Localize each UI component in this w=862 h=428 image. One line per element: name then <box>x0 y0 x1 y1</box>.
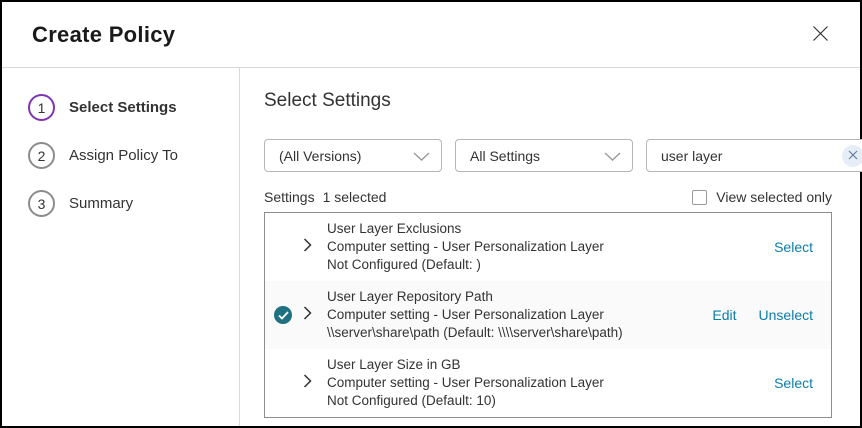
step-number-badge: 3 <box>28 190 55 217</box>
setting-category: Computer setting - User Personalization … <box>327 238 774 256</box>
wizard-steps-sidebar: 1 Select Settings 2 Assign Policy To 3 S… <box>2 68 240 426</box>
settings-list: User Layer Exclusions Computer setting -… <box>264 212 832 418</box>
setting-category: Computer setting - User Personalization … <box>327 306 712 324</box>
settings-label: Settings <box>264 189 315 205</box>
step-summary[interactable]: 3 Summary <box>2 190 239 217</box>
settings-search-field <box>646 139 862 172</box>
step-assign-policy-to[interactable]: 2 Assign Policy To <box>2 142 239 169</box>
dialog-header: Create Policy <box>2 2 860 68</box>
setting-value: Not Configured (Default: ) <box>327 256 774 274</box>
select-link[interactable]: Select <box>774 239 813 255</box>
row-actions: Select <box>774 239 813 255</box>
selection-indicator-slot <box>274 306 303 324</box>
settings-selected-count: Settings 1 selected <box>264 189 386 205</box>
unselect-link[interactable]: Unselect <box>759 307 813 323</box>
chevron-down-icon <box>413 148 430 164</box>
chevron-down-icon <box>604 148 621 164</box>
settings-dropdown-value: All Settings <box>470 148 540 164</box>
versions-dropdown[interactable]: (All Versions) <box>264 139 442 172</box>
step-label: Assign Policy To <box>69 147 178 164</box>
expand-row-button[interactable] <box>303 238 327 257</box>
search-input[interactable] <box>661 148 842 164</box>
close-icon <box>812 25 829 45</box>
selected-count: 1 selected <box>323 189 387 205</box>
select-link[interactable]: Select <box>774 375 813 391</box>
chevron-right-icon <box>303 238 312 257</box>
chevron-right-icon <box>303 374 312 393</box>
step-select-settings[interactable]: 1 Select Settings <box>2 94 239 121</box>
dialog-body: 1 Select Settings 2 Assign Policy To 3 S… <box>2 68 860 426</box>
view-selected-only-toggle[interactable]: View selected only <box>692 189 832 205</box>
chevron-right-icon <box>303 306 312 325</box>
step-label: Summary <box>69 195 133 212</box>
setting-value: Not Configured (Default: 10) <box>327 392 774 410</box>
list-summary-row: Settings 1 selected View selected only <box>264 189 832 205</box>
setting-title: User Layer Repository Path <box>327 288 712 306</box>
versions-dropdown-value: (All Versions) <box>279 148 361 164</box>
setting-row-user-layer-exclusions: User Layer Exclusions Computer setting -… <box>265 213 831 281</box>
setting-row-user-layer-repository-path: User Layer Repository Path Computer sett… <box>265 281 831 349</box>
dialog-title: Create Policy <box>32 22 175 48</box>
main-panel: Select Settings (All Versions) All Setti… <box>240 68 860 426</box>
setting-value: \\server\share\path (Default: \\\\server… <box>327 324 712 342</box>
edit-link[interactable]: Edit <box>712 307 736 323</box>
close-button[interactable] <box>808 23 832 47</box>
step-number-badge: 1 <box>28 94 55 121</box>
setting-details: User Layer Repository Path Computer sett… <box>327 288 712 342</box>
setting-details: User Layer Size in GB Computer setting -… <box>327 356 774 410</box>
step-label: Select Settings <box>69 99 177 116</box>
step-number-badge: 2 <box>28 142 55 169</box>
view-selected-only-checkbox[interactable] <box>692 190 707 205</box>
page-title: Select Settings <box>264 90 832 112</box>
clear-search-button[interactable] <box>842 145 862 167</box>
expand-row-button[interactable] <box>303 306 327 325</box>
row-actions: Select <box>774 375 813 391</box>
settings-dropdown[interactable]: All Settings <box>455 139 633 172</box>
view-selected-only-label: View selected only <box>716 189 832 205</box>
setting-row-user-layer-size-in-gb: User Layer Size in GB Computer setting -… <box>265 349 831 417</box>
selected-check-icon <box>274 306 292 324</box>
filters-row: (All Versions) All Settings <box>264 139 832 172</box>
setting-title: User Layer Size in GB <box>327 356 774 374</box>
clear-x-icon <box>848 148 858 163</box>
setting-details: User Layer Exclusions Computer setting -… <box>327 220 774 274</box>
create-policy-dialog: Create Policy 1 Select Settings 2 Assign… <box>0 0 862 428</box>
expand-row-button[interactable] <box>303 374 327 393</box>
setting-title: User Layer Exclusions <box>327 220 774 238</box>
setting-category: Computer setting - User Personalization … <box>327 374 774 392</box>
row-actions: Edit Unselect <box>712 307 813 323</box>
